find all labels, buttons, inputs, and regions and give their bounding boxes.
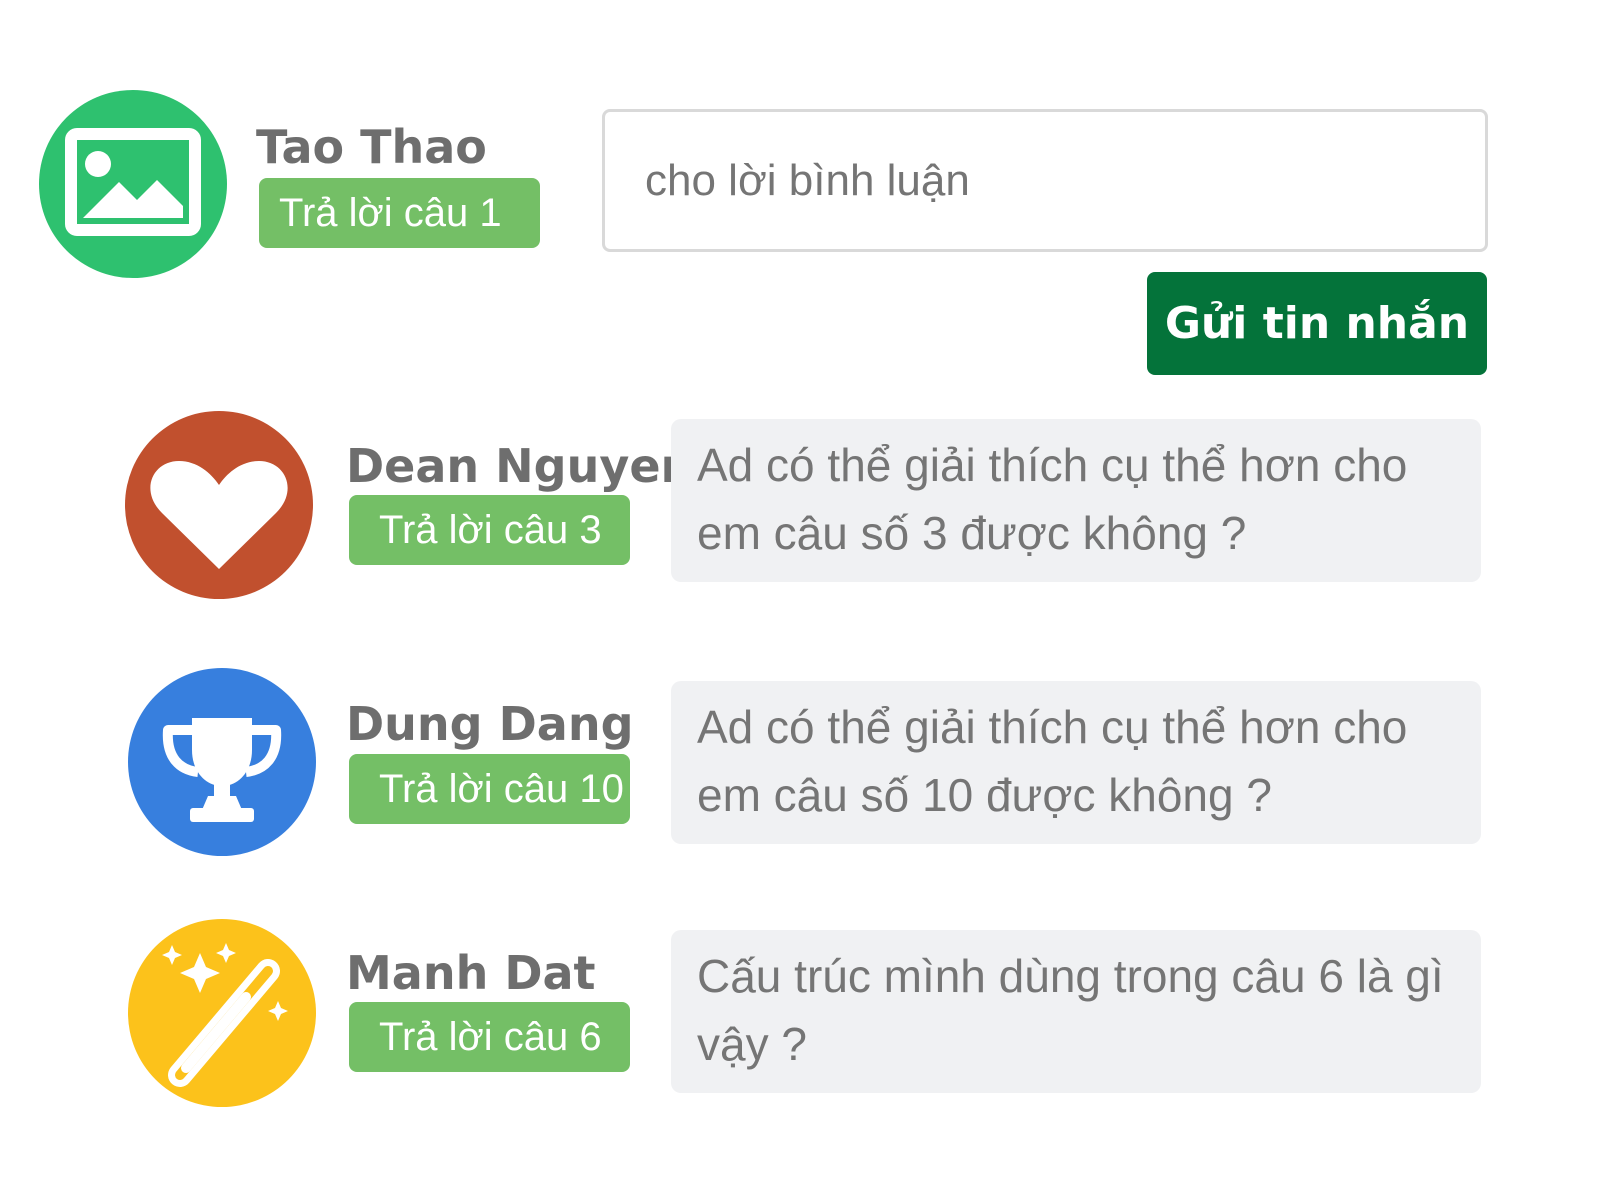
comment-user-name: Manh Dat <box>346 946 596 1000</box>
comment-user-name: Dung Dang <box>346 697 634 751</box>
comment-text: Cấu trúc mình dùng trong câu 6 là gì vậy… <box>671 930 1481 1093</box>
comment-avatar[interactable] <box>128 919 316 1107</box>
comment-user-name: Dean Nguyen <box>346 439 694 493</box>
image-icon <box>65 128 201 236</box>
trophy-icon <box>162 718 282 822</box>
comment-badge: Trả lời câu 6 <box>349 1002 630 1072</box>
comment-badge: Trả lời câu 3 <box>349 495 630 565</box>
comment-badge: Trả lời câu 10 <box>349 754 630 824</box>
composer-user-name: Tao Thao <box>256 120 487 174</box>
comment-avatar[interactable] <box>128 668 316 856</box>
composer-user-badge: Trả lời câu 1 <box>259 178 540 248</box>
comment-input[interactable] <box>643 154 1485 207</box>
comment-text: Ad có thể giải thích cụ thể hơn cho em c… <box>671 419 1481 582</box>
comment-text: Ad có thể giải thích cụ thể hơn cho em c… <box>671 681 1481 844</box>
comment-input-box[interactable] <box>602 109 1488 252</box>
send-message-button[interactable]: Gửi tin nhắn <box>1147 272 1487 375</box>
magic-wand-icon <box>162 943 288 1087</box>
heart-icon <box>150 461 288 569</box>
comment-avatar[interactable] <box>125 411 313 599</box>
composer-avatar[interactable] <box>39 90 227 278</box>
